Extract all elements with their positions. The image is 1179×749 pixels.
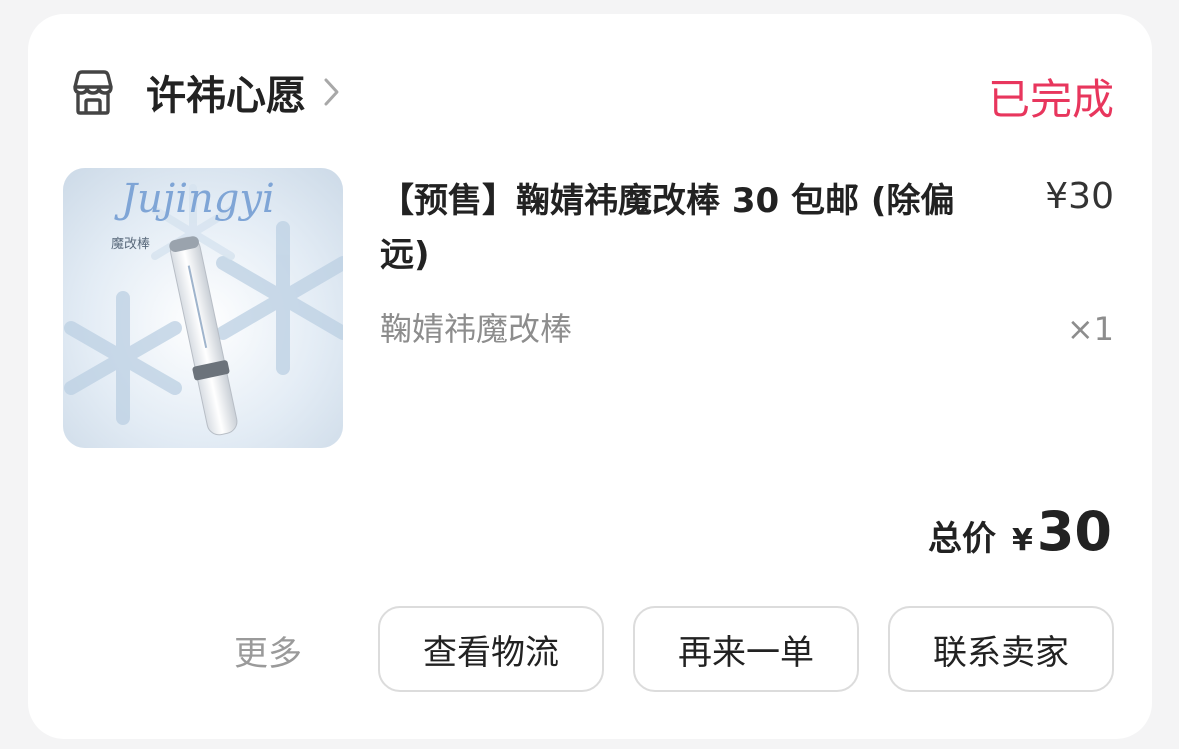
view-logistics-button[interactable]: 查看物流: [378, 606, 604, 692]
product-title[interactable]: 【预售】鞠婧祎魔改棒 30 包邮 (除偏远): [380, 174, 1000, 282]
contact-seller-button[interactable]: 联系卖家: [888, 606, 1114, 692]
total-label: 总价: [927, 519, 996, 559]
product-spec: 鞠婧祎魔改棒: [380, 310, 573, 348]
total-currency: ¥: [1011, 523, 1033, 558]
product-image[interactable]: Jujingyi 魔改棒: [63, 168, 343, 448]
product-quantity: ×1: [1066, 310, 1114, 348]
chevron-right-icon: [324, 78, 339, 106]
product-image-brand: Jujingyi: [114, 176, 275, 222]
order-total: 总价 ¥ 30: [928, 500, 1112, 563]
order-status: 已完成: [987, 75, 1114, 124]
total-value: 30: [1036, 500, 1112, 563]
shop-icon: [73, 70, 113, 115]
order-card: 许祎心愿 已完成 Jujingyi 魔改棒 【预售】鞠婧祎魔改棒 30 包邮 (…: [28, 14, 1152, 739]
more-button[interactable]: 更多: [234, 626, 302, 675]
product-image-label: 魔改棒: [111, 237, 150, 252]
shop-header[interactable]: 许祎心愿: [68, 64, 342, 120]
shop-name[interactable]: 许祎心愿: [146, 63, 306, 121]
reorder-button[interactable]: 再来一单: [633, 606, 859, 692]
product-price: ¥30: [1045, 176, 1114, 217]
product-image-art: Jujingyi 魔改棒: [63, 168, 343, 448]
